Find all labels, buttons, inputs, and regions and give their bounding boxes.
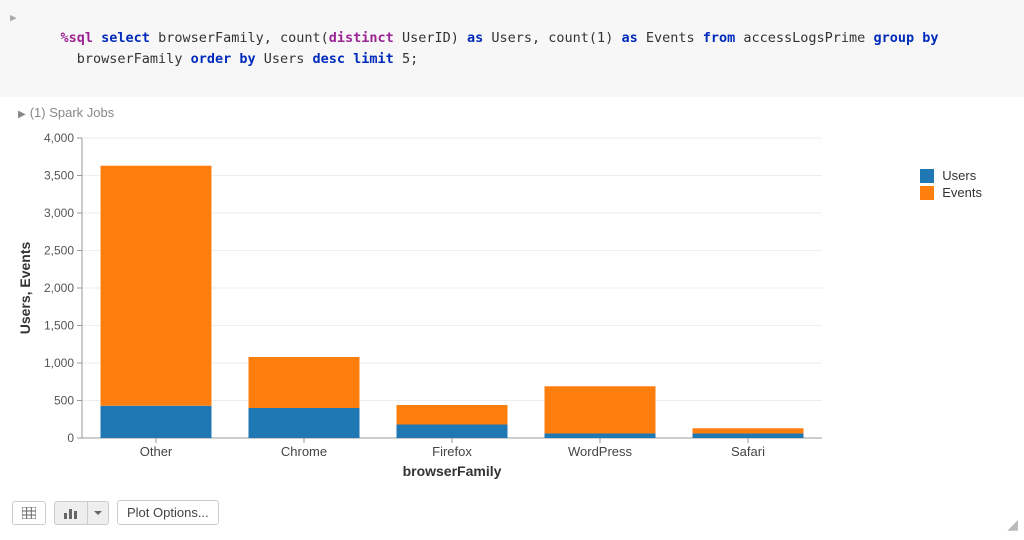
resize-handle[interactable]: ◢ bbox=[1007, 516, 1018, 533]
chart-view-button-group bbox=[54, 501, 109, 525]
svg-text:Safari: Safari bbox=[731, 444, 765, 459]
legend-label: Events bbox=[942, 185, 982, 200]
bar-chart-icon bbox=[64, 507, 78, 519]
plot-options-button[interactable]: Plot Options... bbox=[117, 500, 219, 525]
svg-text:1,500: 1,500 bbox=[44, 319, 74, 333]
legend: Users Events bbox=[920, 168, 982, 202]
spark-jobs-label: (1) Spark Jobs bbox=[30, 105, 115, 120]
svg-text:Other: Other bbox=[140, 444, 173, 459]
caret-right-icon: ▶ bbox=[18, 109, 26, 120]
bar-users[interactable] bbox=[249, 408, 360, 438]
output-controls: Plot Options... ◢ bbox=[0, 494, 1024, 531]
bar-events[interactable] bbox=[249, 357, 360, 408]
bar-users[interactable] bbox=[693, 434, 804, 439]
bar-events[interactable] bbox=[101, 166, 212, 406]
svg-text:1,000: 1,000 bbox=[44, 356, 74, 370]
svg-text:Users, Events: Users, Events bbox=[17, 241, 33, 334]
svg-text:WordPress: WordPress bbox=[568, 444, 633, 459]
bar-events[interactable] bbox=[545, 386, 656, 433]
svg-text:3,500: 3,500 bbox=[44, 169, 74, 183]
legend-swatch bbox=[920, 186, 934, 200]
svg-text:500: 500 bbox=[54, 394, 74, 408]
notebook-cell: – × ▶%sql select browserFamily, count(di… bbox=[0, 0, 1024, 531]
bar-events[interactable] bbox=[397, 405, 508, 425]
svg-text:4,000: 4,000 bbox=[44, 131, 74, 145]
legend-item-users[interactable]: Users bbox=[920, 168, 982, 183]
svg-text:Chrome: Chrome bbox=[281, 444, 327, 459]
bar-users[interactable] bbox=[101, 406, 212, 438]
code-input[interactable]: ▶%sql select browserFamily, count(distin… bbox=[0, 0, 1024, 97]
spark-jobs-toggle[interactable]: ▶ (1) Spark Jobs bbox=[0, 97, 1024, 124]
svg-text:browserFamily: browserFamily bbox=[403, 463, 502, 479]
legend-item-events[interactable]: Events bbox=[920, 185, 982, 200]
chart-view-button[interactable] bbox=[54, 501, 87, 525]
chart-type-dropdown[interactable] bbox=[87, 501, 109, 525]
svg-text:2,500: 2,500 bbox=[44, 244, 74, 258]
bar-events[interactable] bbox=[693, 428, 804, 433]
run-indicator-icon: ▶ bbox=[10, 10, 17, 27]
chart-area: 0 500 1,000 1,500 2,000 2,500 3,000 3,500 4,000 O… bbox=[12, 128, 1012, 488]
svg-text:3,000: 3,000 bbox=[44, 206, 74, 220]
svg-text:Firefox: Firefox bbox=[432, 444, 472, 459]
legend-swatch bbox=[920, 169, 934, 183]
svg-text:2,000: 2,000 bbox=[44, 281, 74, 295]
bar-users[interactable] bbox=[545, 434, 656, 439]
bar-users[interactable] bbox=[397, 425, 508, 439]
table-icon bbox=[22, 507, 36, 519]
svg-text:0: 0 bbox=[67, 431, 74, 445]
legend-label: Users bbox=[942, 168, 976, 183]
caret-down-icon bbox=[94, 509, 102, 517]
bar-chart: 0 500 1,000 1,500 2,000 2,500 3,000 3,500 4,000 O… bbox=[12, 128, 1012, 488]
table-view-button[interactable] bbox=[12, 501, 46, 525]
